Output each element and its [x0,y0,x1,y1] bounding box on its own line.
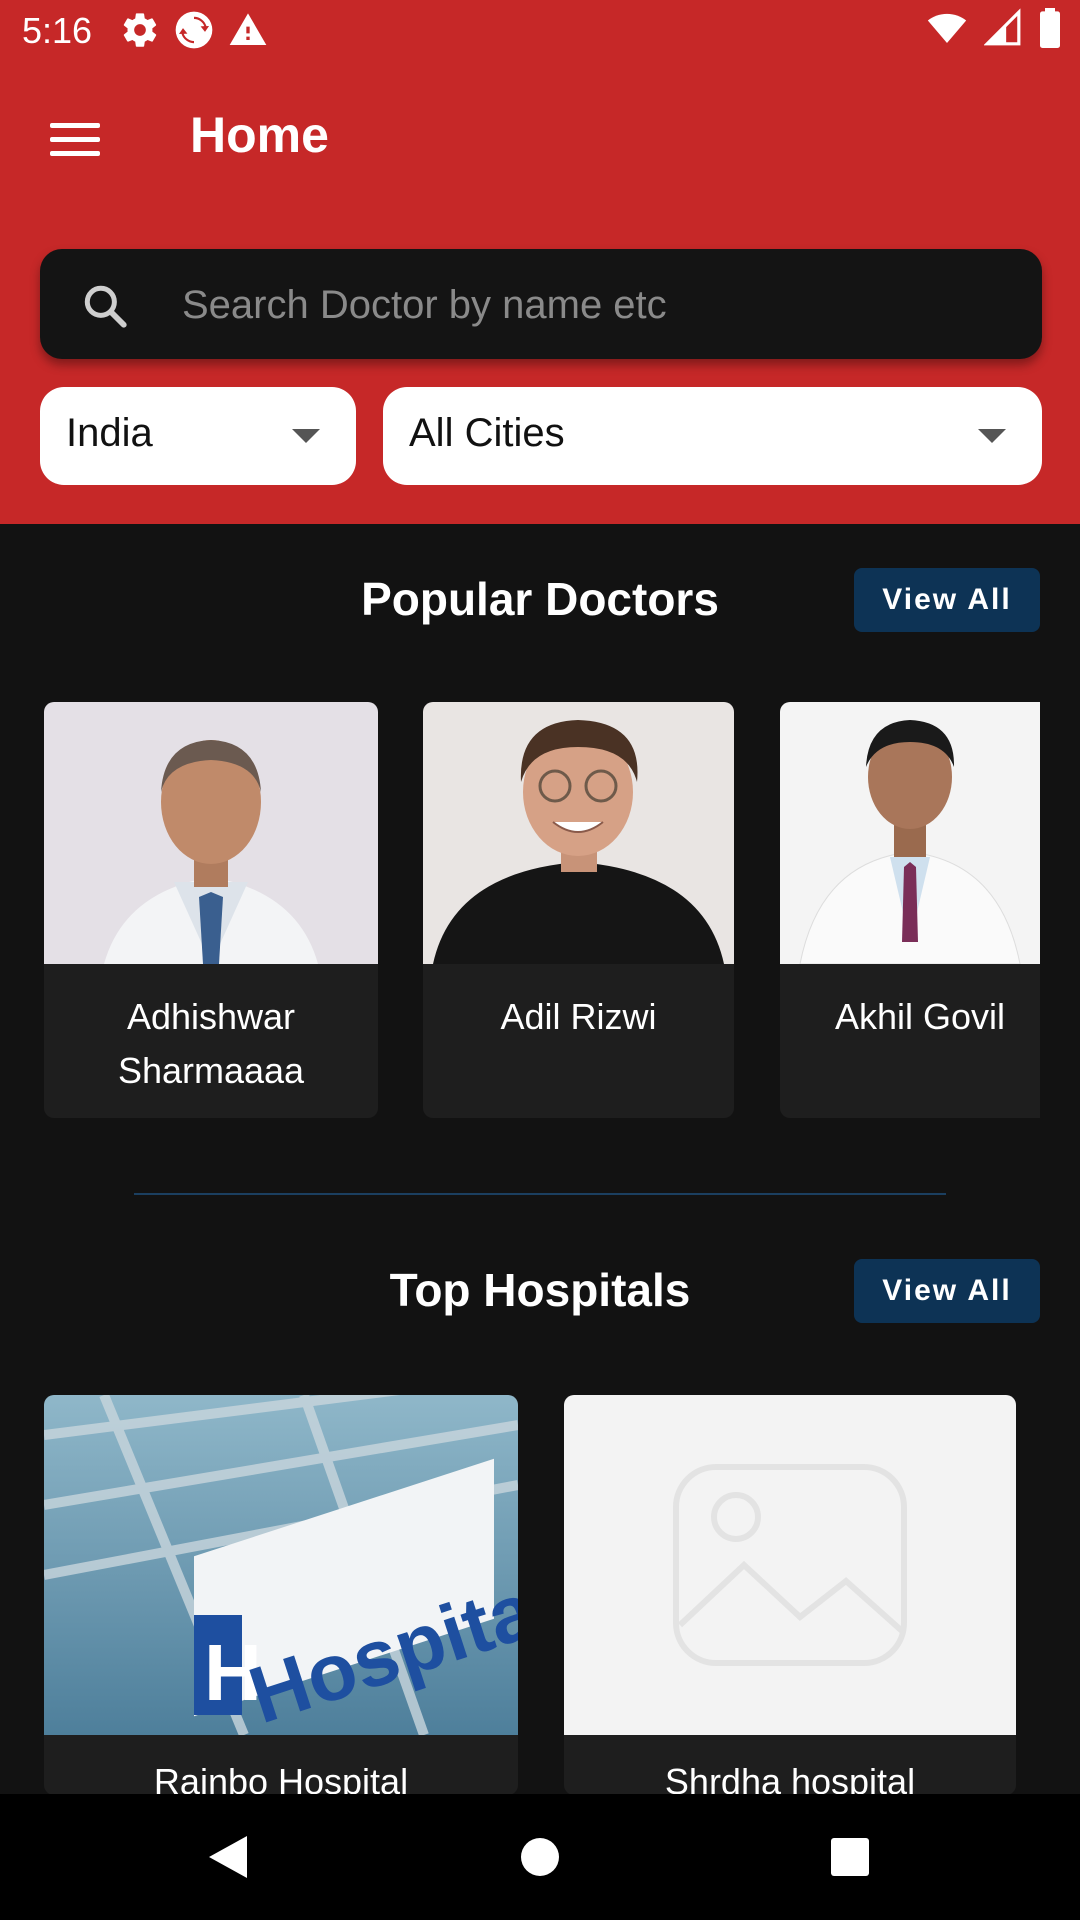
recents-button[interactable] [810,1824,890,1890]
search-icon [84,285,127,328]
home-button[interactable] [500,1824,580,1890]
doctor-card[interactable]: Adil Rizwi [423,702,734,1118]
status-icons-left [120,8,268,52]
back-icon [209,1836,247,1878]
status-bar: 5:16 [0,0,1080,64]
status-time: 5:16 [22,10,93,51]
signal-icon [984,8,1021,46]
hospital-name: Shrdha hospital [664,1761,916,1795]
hospital-card[interactable]: Shrdha hospital [564,1395,1016,1795]
sync-icon [175,11,213,49]
home-icon [521,1838,559,1876]
doctor-name: Adil Rizwi [500,996,657,1037]
doctor-card[interactable]: Adhishwar Sharmaaaa [44,702,378,1118]
doctor-name: Adhishwar Sharmaaaa [117,996,305,1091]
back-button[interactable] [188,1824,268,1890]
page-title: Home [190,107,329,163]
doctors-list: Adhishwar Sharmaaaa Adil Rizwi Akhil Gov… [0,702,1040,1122]
doctor-photo [780,702,1040,964]
system-nav-bar [0,1794,1080,1920]
chevron-down-icon [978,429,1006,443]
doctor-name: Akhil Govil [834,996,1006,1037]
hamburger-icon [50,123,100,156]
menu-button[interactable] [40,112,110,168]
country-dropdown[interactable]: India [40,387,356,485]
hospital-name: Rainbo Hospital [153,1761,409,1795]
battery-icon [1040,8,1060,48]
hospital-card[interactable]: H Hospital Rainbo Hospital [44,1395,518,1795]
header-area: Home India All Cities [0,64,1080,524]
wifi-icon [927,13,967,43]
search-box[interactable] [40,249,1042,359]
hospital-photo: H Hospital [44,1395,518,1735]
city-dropdown-value: All Cities [409,411,565,455]
search-input[interactable] [180,269,1004,341]
warning-icon [229,13,267,46]
doctor-photo [423,702,734,964]
recents-icon [831,1838,869,1876]
city-dropdown[interactable]: All Cities [383,387,1042,485]
top-hospitals-title: Top Hospitals [389,1264,691,1316]
section-divider [134,1193,946,1195]
doctor-card[interactable]: Akhil Govil [780,702,1040,1118]
view-all-doctors-button[interactable]: View All [854,568,1040,632]
gear-icon [123,13,157,47]
image-placeholder-icon [564,1395,1016,1735]
status-icons-right [926,8,1062,48]
chevron-down-icon [292,429,320,443]
popular-doctors-title: Popular Doctors [361,573,719,625]
view-all-hospitals-button[interactable]: View All [854,1259,1040,1323]
doctor-photo [44,702,378,964]
country-dropdown-value: India [66,411,153,455]
